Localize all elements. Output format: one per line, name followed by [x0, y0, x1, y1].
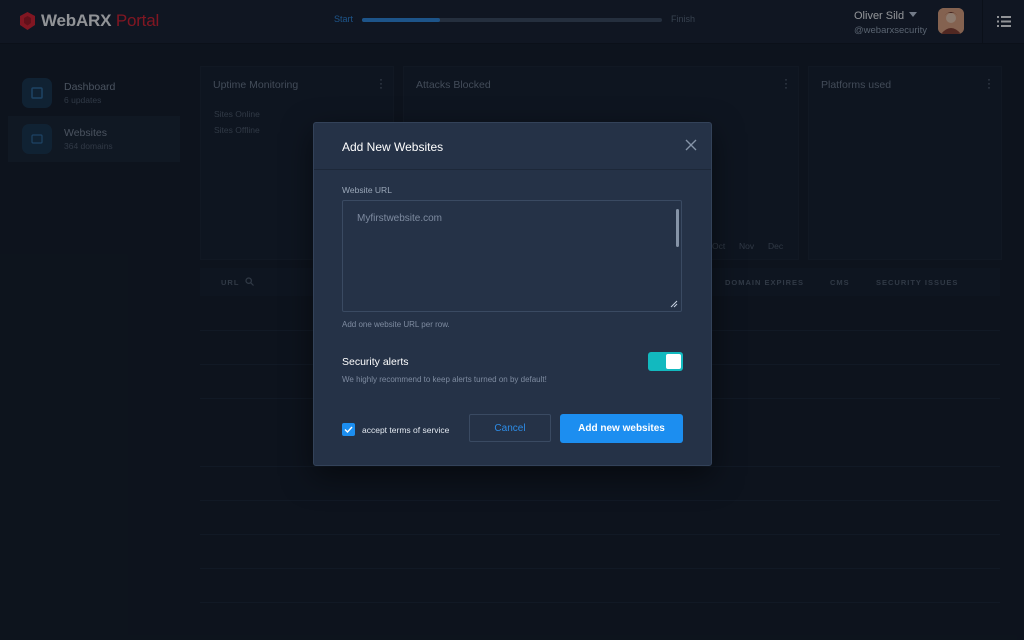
website-url-placeholder: Myfirstwebsite.com: [357, 213, 443, 224]
security-alerts-hint: We highly recommend to keep alerts turne…: [342, 375, 547, 384]
terms-checkbox[interactable]: [342, 423, 355, 436]
website-url-textarea[interactable]: Myfirstwebsite.com: [342, 200, 682, 312]
cancel-button[interactable]: Cancel: [469, 414, 551, 442]
security-alerts-label: Security alerts: [342, 356, 409, 368]
website-url-hint: Add one website URL per row.: [342, 320, 450, 329]
add-websites-button[interactable]: Add new websites: [560, 414, 683, 443]
website-url-label: Website URL: [342, 185, 392, 195]
resize-handle-icon[interactable]: [670, 300, 678, 308]
add-websites-modal: Add New Websites Website URL Myfirstwebs…: [313, 122, 712, 466]
terms-label[interactable]: accept terms of service: [362, 425, 449, 435]
modal-header: Add New Websites: [314, 123, 711, 170]
close-icon[interactable]: [685, 139, 697, 151]
toggle-knob: [666, 354, 681, 369]
checkmark-icon: [344, 426, 353, 433]
security-alerts-toggle[interactable]: [648, 352, 683, 371]
scrollbar-thumb[interactable]: [676, 209, 679, 247]
modal-title: Add New Websites: [342, 140, 444, 154]
